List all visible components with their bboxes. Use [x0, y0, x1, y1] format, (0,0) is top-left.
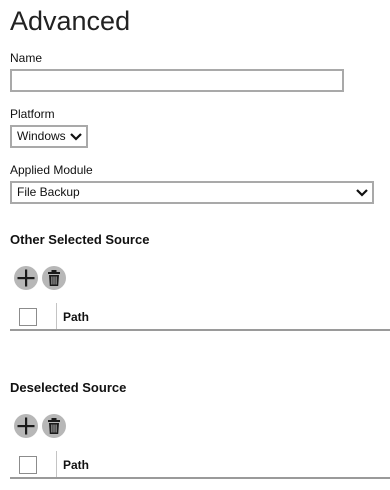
- select-all-checkbox[interactable]: [19, 308, 37, 326]
- deselected-source-heading: Deselected Source: [10, 380, 127, 395]
- platform-select-value: Windows: [17, 129, 66, 143]
- column-divider: [56, 303, 57, 329]
- other-selected-source-heading: Other Selected Source: [10, 232, 150, 247]
- name-input[interactable]: [10, 69, 344, 92]
- column-divider: [56, 451, 57, 477]
- column-header-path[interactable]: Path: [63, 458, 89, 472]
- table-header-border: [10, 477, 390, 479]
- module-select[interactable]: File Backup: [10, 181, 374, 204]
- module-label: Applied Module: [10, 163, 93, 177]
- table-header-border: [10, 329, 390, 331]
- other-selected-source-table-header: Path: [10, 303, 390, 331]
- add-deselected-button[interactable]: [14, 414, 38, 438]
- trash-icon: [48, 270, 60, 286]
- plus-icon: [17, 417, 35, 435]
- platform-select[interactable]: Windows: [10, 125, 88, 148]
- delete-source-button[interactable]: [42, 266, 66, 290]
- delete-deselected-button[interactable]: [42, 414, 66, 438]
- add-source-button[interactable]: [14, 266, 38, 290]
- select-all-checkbox[interactable]: [19, 456, 37, 474]
- chevron-down-icon: [356, 189, 368, 197]
- platform-label: Platform: [10, 107, 55, 121]
- column-header-path[interactable]: Path: [63, 310, 89, 324]
- trash-icon: [48, 418, 60, 434]
- page-title: Advanced: [10, 6, 131, 36]
- chevron-down-icon: [70, 133, 82, 141]
- name-label: Name: [10, 51, 43, 65]
- module-select-value: File Backup: [17, 185, 80, 199]
- plus-icon: [17, 269, 35, 287]
- deselected-source-table-header: Path: [10, 451, 390, 479]
